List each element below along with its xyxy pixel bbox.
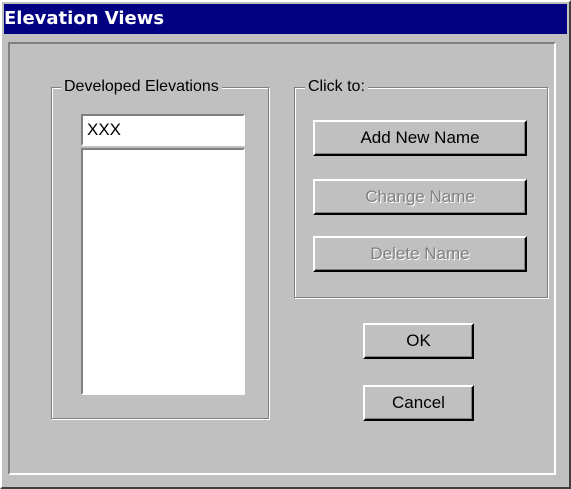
change-name-button[interactable]: Change Name bbox=[313, 179, 527, 215]
cancel-button[interactable]: Cancel bbox=[363, 385, 474, 421]
developed-elevations-label: Developed Elevations bbox=[61, 77, 222, 97]
ok-button[interactable]: OK bbox=[363, 323, 474, 359]
elevation-name-input[interactable] bbox=[81, 114, 245, 146]
screen: Elevation Views Developed Elevations Cli… bbox=[0, 0, 571, 489]
delete-name-button[interactable]: Delete Name bbox=[313, 236, 527, 272]
dialog-title: Elevation Views bbox=[4, 4, 567, 34]
developed-elevations-list[interactable] bbox=[81, 148, 245, 395]
add-new-name-button[interactable]: Add New Name bbox=[313, 120, 527, 156]
click-to-label: Click to: bbox=[305, 77, 368, 97]
